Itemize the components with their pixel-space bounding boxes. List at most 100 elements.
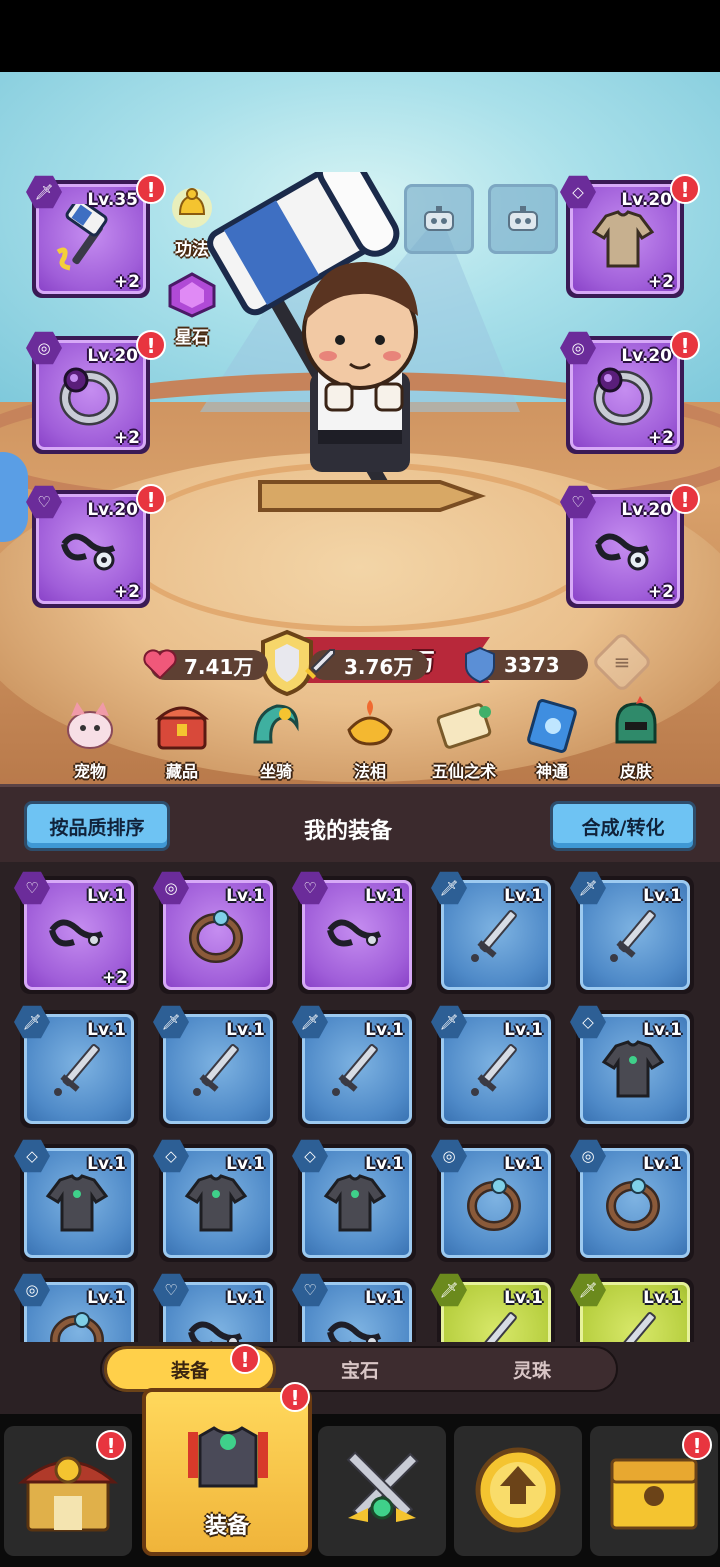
function-shentong[interactable]: 神通 <box>512 696 592 782</box>
hammer-icon <box>56 204 108 271</box>
treasure-chest-icon <box>154 706 210 750</box>
alert-badge: ! <box>96 1430 126 1460</box>
sword-icon <box>479 1312 517 1342</box>
item-level: Lv.1 <box>226 886 265 906</box>
inventory-item[interactable]: 🗡 Lv.1 <box>431 1005 555 1128</box>
item-plus: +2 <box>101 968 128 988</box>
inventory-item[interactable]: ◎ Lv.1 <box>431 1139 555 1262</box>
slot-plus: +2 <box>647 272 674 292</box>
ring-icon <box>606 1178 660 1231</box>
slot-level: Lv.20 <box>621 500 672 520</box>
nav-label: 装备 <box>204 1514 249 1539</box>
inventory-item[interactable]: 🗡 Lv.1 <box>431 1273 555 1342</box>
function-label: 法相 <box>353 762 386 781</box>
inventory-item[interactable]: ◇ Lv.1 <box>153 1139 277 1262</box>
sword-icon <box>332 1044 378 1096</box>
nav-equipment[interactable]: 装备 ! <box>142 1382 312 1556</box>
inventory-item[interactable]: 🗡 Lv.1 <box>570 1273 694 1342</box>
inventory-item[interactable]: ◎ Lv.1 <box>153 871 277 994</box>
side-bubble[interactable] <box>0 452 28 542</box>
alert-badge: ! <box>136 484 166 514</box>
inventory-item[interactable]: 🗡 Lv.1 <box>570 871 694 994</box>
item-level: Lv.1 <box>643 1154 682 1174</box>
inventory-item[interactable]: ◇ Lv.1 <box>570 1005 694 1128</box>
item-level: Lv.1 <box>226 1020 265 1040</box>
nav-battle[interactable] <box>318 1426 446 1556</box>
item-level: Lv.1 <box>504 1020 543 1040</box>
alert-badge: ! <box>670 484 700 514</box>
alert-badge: ! <box>682 1430 712 1460</box>
inventory-item[interactable]: 🗡 Lv.1 <box>431 871 555 994</box>
merge-convert-button[interactable]: 合成/转化 <box>550 801 696 851</box>
function-label: 宠物 <box>73 762 106 781</box>
inventory-item[interactable]: ♡ Lv.1 +2 <box>14 871 138 994</box>
inventory-item[interactable]: ♡ Lv.1 <box>153 1273 277 1342</box>
function-wuxian[interactable]: 五仙之术 <box>424 696 504 782</box>
item-level: Lv.1 <box>87 886 126 906</box>
sword-icon <box>471 910 517 962</box>
item-level: Lv.1 <box>87 1288 126 1308</box>
necklace-icon <box>61 533 116 571</box>
crossed-swords-icon <box>346 1451 419 1522</box>
sort-by-quality-button[interactable]: 按品质排序 <box>24 801 170 851</box>
inventory-item[interactable]: ◇ Lv.1 <box>292 1139 416 1262</box>
attack-stat: 3.76万 <box>305 649 428 680</box>
slot-necklace[interactable]: ♡ Lv.20 +2 ! <box>26 484 166 608</box>
function-pet[interactable]: 宠物 <box>50 696 130 782</box>
pet-icon <box>67 702 113 749</box>
slot-level: Lv.20 <box>621 346 672 366</box>
shirt-icon <box>591 210 655 268</box>
item-level: Lv.1 <box>504 1154 543 1174</box>
tab-spirit-orb[interactable]: 灵珠 <box>446 1346 618 1392</box>
inventory-item[interactable]: ♡ Lv.1 <box>292 871 416 994</box>
hp-value: 7.41万 <box>184 654 254 679</box>
function-mount[interactable]: 坐骑 <box>236 696 316 782</box>
inventory-item[interactable]: ◇ Lv.1 <box>14 1139 138 1262</box>
item-level: Lv.1 <box>365 1154 404 1174</box>
nav-shop[interactable]: ! <box>4 1426 132 1556</box>
armor-icon <box>323 1174 387 1232</box>
slot-ring[interactable]: ◎ Lv.20 +2 ! <box>26 330 166 454</box>
function-collection[interactable]: 藏品 <box>142 696 222 782</box>
item-level: Lv.1 <box>365 886 404 906</box>
function-faxiang[interactable]: 法相 <box>330 696 410 782</box>
attack-value: 3.76万 <box>344 654 414 679</box>
inventory-item[interactable]: 🗡 Lv.1 <box>14 1005 138 1128</box>
function-label: 五仙之术 <box>431 762 496 781</box>
alert-badge: ! <box>670 174 700 204</box>
book-icon <box>527 699 577 753</box>
function-skin[interactable]: 皮肤 <box>596 696 676 782</box>
sword-icon <box>610 910 656 962</box>
slot-plus: +2 <box>113 582 140 602</box>
inventory-item[interactable]: ◎ Lv.1 <box>14 1273 138 1342</box>
function-label: 神通 <box>535 762 568 781</box>
inventory-item[interactable]: 🗡 Lv.1 <box>153 1005 277 1128</box>
function-label: 坐骑 <box>259 762 292 781</box>
item-level: Lv.1 <box>504 886 543 906</box>
hp-stat: 7.41万 <box>143 649 268 680</box>
item-level: Lv.1 <box>226 1154 265 1174</box>
nav-treasure[interactable]: ! <box>590 1426 718 1556</box>
armor-icon <box>184 1174 248 1232</box>
robot-icon <box>508 206 538 231</box>
inventory-item[interactable]: ♡ Lv.1 <box>292 1273 416 1342</box>
sword-icon <box>471 1044 517 1096</box>
inventory-item[interactable]: 🗡 Lv.1 <box>292 1005 416 1128</box>
defense-stat: 3373 <box>465 646 588 684</box>
page-title: 我的装备 <box>304 819 393 844</box>
armor-icon <box>45 1174 109 1232</box>
slot-armor[interactable]: ◇ Lv.20 +2 ! <box>560 174 700 298</box>
slot-necklace-2[interactable]: ♡ Lv.20 +2 ! <box>560 484 700 608</box>
slot-weapon[interactable]: 🗡 Lv.35 +2 ! <box>26 174 166 298</box>
nav-upgrade[interactable] <box>454 1426 582 1556</box>
function-label: 皮肤 <box>619 762 652 781</box>
alert-badge: ! <box>230 1344 260 1374</box>
item-level: Lv.1 <box>87 1154 126 1174</box>
item-level: Lv.1 <box>643 1020 682 1040</box>
inventory-grid[interactable]: ♡ Lv.1 +2 ◎ Lv.1 ♡ Lv.1 🗡 Lv.1 🗡 Lv.1 🗡 Lv.1 🗡 Lv.1 🗡 Lv… <box>0 862 720 1342</box>
necklace-icon <box>327 1321 382 1342</box>
inventory-item[interactable]: ◎ Lv.1 <box>570 1139 694 1262</box>
slot-ring-2[interactable]: ◎ Lv.20 +2 ! <box>560 330 700 454</box>
mount-icon <box>253 704 299 744</box>
scroll-icon <box>436 703 492 749</box>
